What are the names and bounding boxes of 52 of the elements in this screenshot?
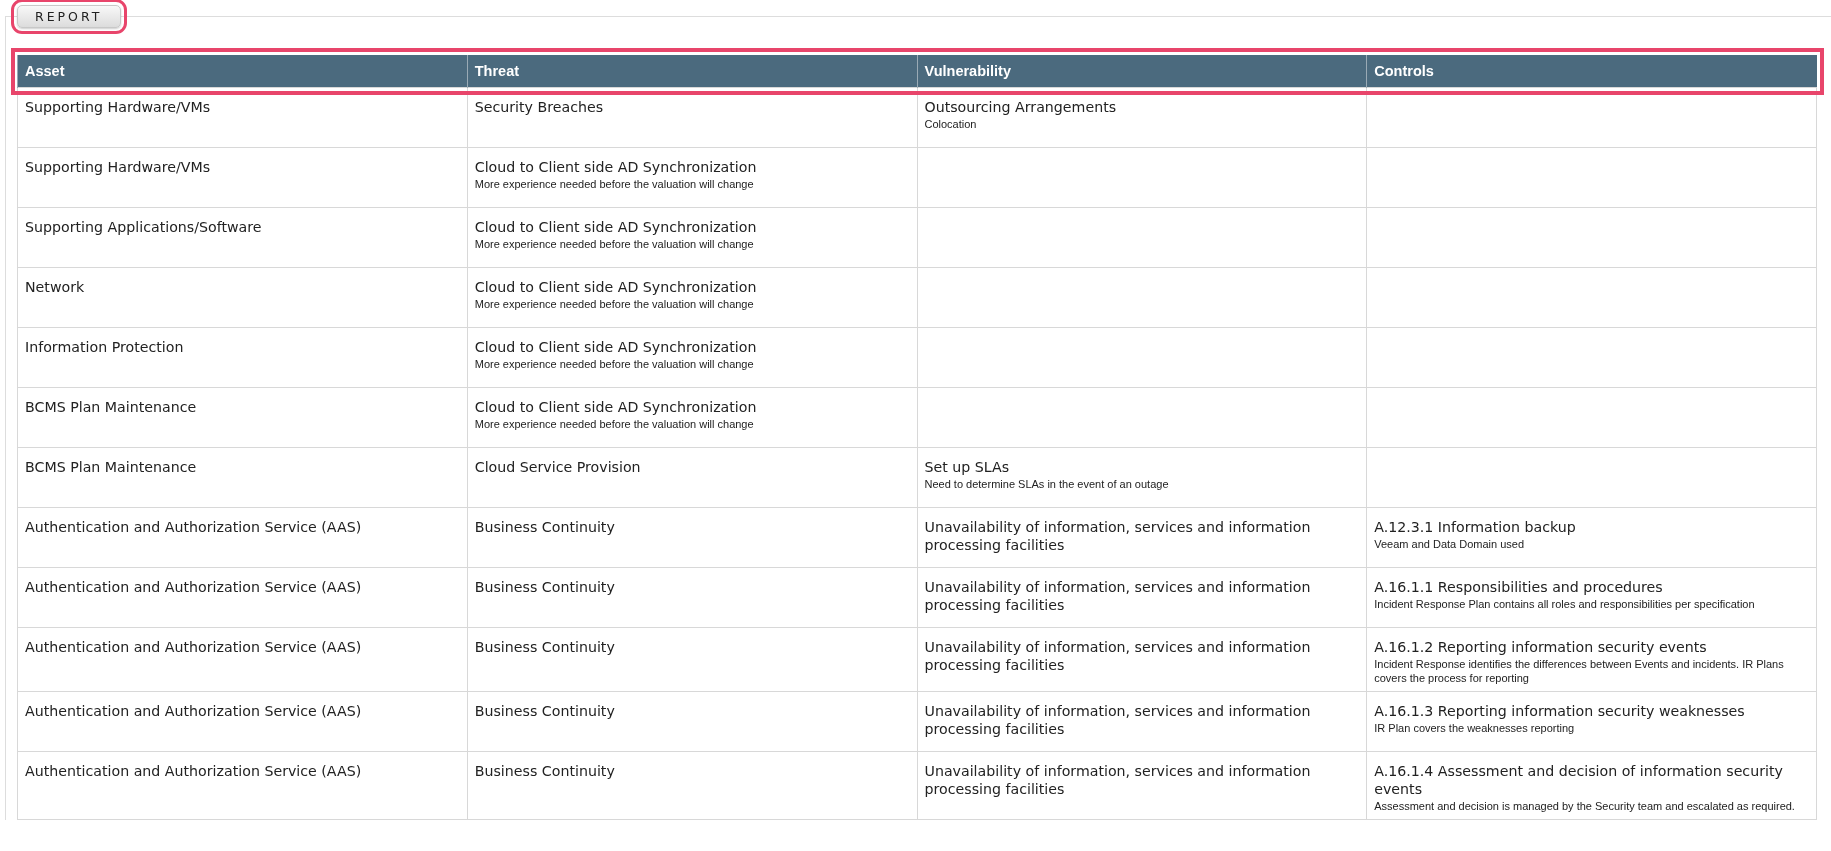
cell-title: Cloud Service Provision [474, 458, 642, 476]
column-header: Controls [1366, 55, 1817, 88]
cell-title: A.16.1.4 Assessment and decision of information security events [1374, 762, 1784, 798]
cell-title: Unavailability of information, services and information processing facilities [924, 638, 1312, 674]
cell-title: Cloud to Client side AD Synchronization [474, 278, 758, 296]
asset-text: Supporting Hardware/VMs [25, 98, 212, 116]
asset-text: Information Protection [25, 338, 185, 356]
cell-title: Business Continuity [474, 638, 616, 656]
cell-title: Business Continuity [474, 578, 616, 596]
cell-title: A.12.3.1 Information backup [1374, 518, 1577, 536]
cell-title: Security Breaches [474, 98, 605, 116]
cell-note: More experience needed before the valuation will change [474, 177, 755, 191]
cell-title: Cloud to Client side AD Synchronization [474, 338, 758, 356]
asset-text: BCMS Plan Maintenance [25, 458, 198, 476]
asset-text: Authentication and Authorization Service (AAS) [25, 578, 363, 596]
cell-note: More experience needed before the valuation will change [474, 357, 755, 371]
cell-note: Need to determine SLAs in the event of an outage [924, 477, 1170, 491]
cell-note: Incident Response Plan contains all roles and responsibilities per specification [1374, 597, 1756, 611]
cell-title: Cloud to Client side AD Synchronization [474, 398, 758, 416]
cell-note: More experience needed before the valuation will change [474, 297, 755, 311]
cell-title: Cloud to Client side AD Synchronization [474, 158, 758, 176]
asset-text: BCMS Plan Maintenance [25, 398, 198, 416]
cell-note: Assessment and decision is managed by the Security team and escalated as required. [1374, 799, 1796, 813]
cell-note: IR Plan covers the weaknesses reporting [1374, 721, 1576, 735]
cell-title: Business Continuity [474, 518, 616, 536]
cell-note: More experience needed before the valuation will change [474, 237, 755, 251]
asset-text: Supporting Hardware/VMs [25, 158, 212, 176]
asset-text: Supporting Applications/Software [25, 218, 263, 236]
cell-title: A.16.1.2 Reporting information security events [1374, 638, 1708, 656]
column-header: Threat [467, 55, 917, 88]
cell-title: Outsourcing Arrangements [924, 98, 1118, 116]
asset-text: Authentication and Authorization Service (AAS) [25, 762, 363, 780]
cell-title: Unavailability of information, services and information processing facilities [924, 578, 1312, 614]
cell-title: Unavailability of information, services and information processing facilities [924, 518, 1312, 554]
cell-note: Veeam and Data Domain used [1374, 537, 1526, 551]
cell-title: Business Continuity [474, 702, 616, 720]
asset-text: Network [25, 278, 86, 296]
cell-note: Incident Response identifies the differences between Events and incidents. IR Plans covers the process for reporting [1374, 657, 1785, 685]
cell-note: More experience needed before the valuation will change [474, 417, 755, 431]
cell-title: Unavailability of information, services and information processing facilities [924, 762, 1312, 798]
column-header: Vulnerability [917, 55, 1367, 88]
cell-title: Unavailability of information, services and information processing facilities [924, 702, 1312, 738]
cell-title: A.16.1.3 Reporting information security weaknesses [1374, 702, 1746, 720]
cell-title: A.16.1.1 Responsibilities and procedures [1374, 578, 1664, 596]
asset-text: Authentication and Authorization Service (AAS) [25, 638, 363, 656]
cell-title: Business Continuity [474, 762, 616, 780]
cell-note: Colocation [924, 117, 978, 131]
asset-text: Authentication and Authorization Service (AAS) [25, 702, 363, 720]
column-header: Asset [17, 55, 468, 88]
cell-title: Cloud to Client side AD Synchronization [474, 218, 758, 236]
cell-title: Set up SLAs [924, 458, 1011, 476]
asset-text: Authentication and Authorization Service (AAS) [25, 518, 363, 536]
